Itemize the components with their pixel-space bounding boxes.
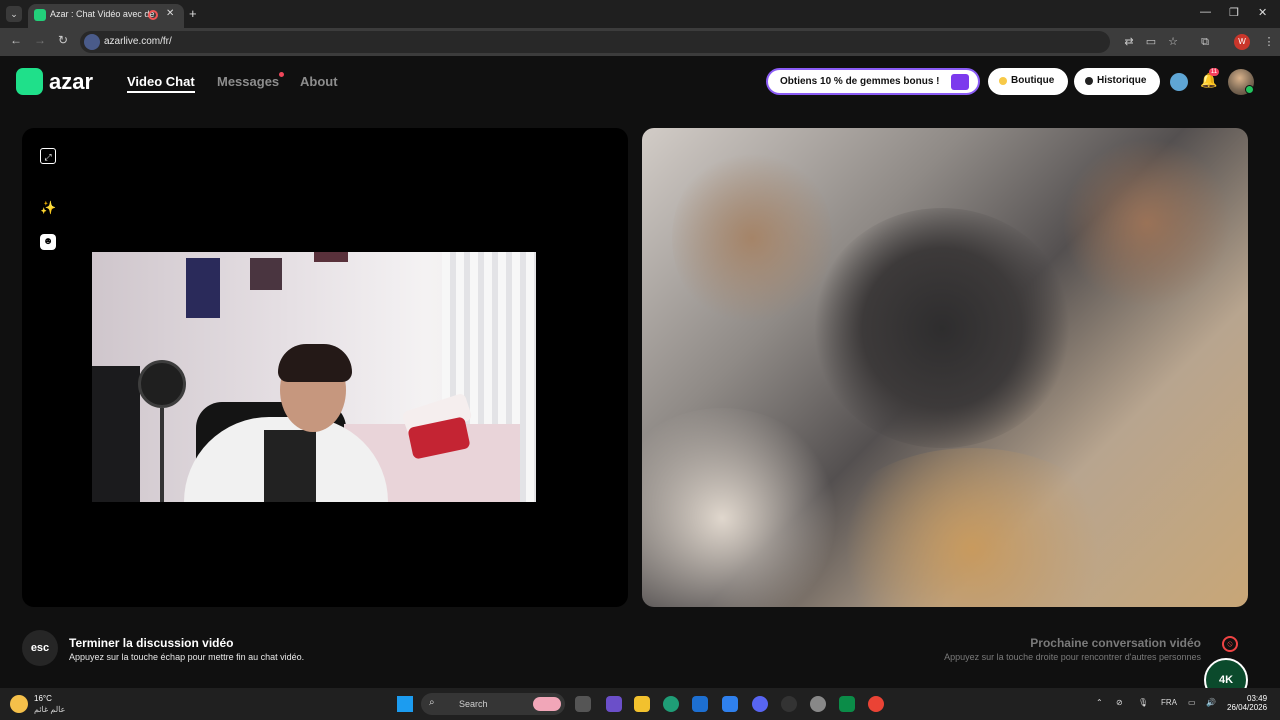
profile-avatar[interactable]: W	[1234, 34, 1250, 50]
show-hidden-icons[interactable]: ⌃	[1096, 698, 1103, 707]
messages-unread-dot	[279, 72, 284, 77]
person-hair	[278, 344, 352, 382]
azar-logo-text[interactable]: azar	[49, 69, 93, 95]
gem-bonus-promo[interactable]: Obtiens 10 % de gemmes bonus !	[766, 68, 980, 95]
windows-start-icon[interactable]	[397, 696, 413, 712]
online-status-dot	[1245, 85, 1254, 94]
next-chat-icon[interactable]: ⦸	[1222, 636, 1238, 652]
close-window-icon[interactable]: ✕	[1258, 6, 1267, 19]
clock-time: 03:49	[1247, 694, 1268, 703]
file-explorer-icon[interactable]	[634, 696, 650, 712]
taskbar-search[interactable]: ⌕ Search	[421, 693, 565, 715]
store-icon[interactable]	[692, 696, 708, 712]
poster-image	[250, 258, 282, 290]
volume-icon[interactable]: 🔊	[1206, 698, 1216, 707]
back-icon[interactable]: ←	[10, 33, 22, 47]
discord-icon[interactable]	[752, 696, 768, 712]
extensions-icon[interactable]: ⧉	[1198, 35, 1212, 49]
blurred-region	[642, 408, 842, 607]
expand-icon[interactable]: ⤢	[40, 148, 56, 164]
close-tab-icon[interactable]: ✕	[166, 8, 174, 19]
outlook-icon[interactable]	[722, 696, 738, 712]
minimize-icon[interactable]: —	[1200, 6, 1211, 18]
notification-badge: 11	[1209, 68, 1219, 76]
shop-button[interactable]: Boutique	[988, 68, 1068, 95]
search-highlight-icon	[533, 697, 561, 711]
fan-stand	[160, 408, 164, 502]
end-chat-title[interactable]: Terminer la discussion vidéo	[69, 636, 234, 650]
weather-desc: عالم غائم	[34, 705, 66, 714]
recording-icon	[148, 10, 158, 20]
magic-wand-icon[interactable]: ✨	[40, 200, 56, 216]
self-camera-feed	[92, 252, 536, 502]
site-info-icon[interactable]	[84, 34, 100, 50]
windows-taskbar: 16°C عالم غائم ⌕ Search ⌃ ⊘ 🎙 FRA ▭ 🔊 03…	[0, 688, 1280, 720]
app-icon[interactable]	[781, 696, 797, 712]
reload-icon[interactable]: ↻	[58, 33, 68, 47]
history-label: Historique	[1097, 75, 1147, 86]
language-indicator[interactable]: FRA	[1161, 698, 1177, 707]
system-clock[interactable]: 03:49 26/04/2026	[1227, 694, 1267, 712]
gift-icon	[951, 74, 969, 90]
tab-title: Azar : Chat Vidéo avec de n	[50, 9, 156, 19]
clock-icon	[1085, 77, 1093, 85]
display-icon[interactable]: ▭	[1188, 698, 1196, 707]
blurred-region	[822, 448, 1122, 607]
poster-image	[314, 252, 348, 262]
browser-tab[interactable]: Azar : Chat Vidéo avec de n ✕	[28, 4, 184, 28]
search-icon: ⌕	[429, 697, 435, 708]
desk	[92, 366, 140, 502]
app-icon[interactable]	[839, 696, 855, 712]
cast-icon[interactable]: ▭	[1144, 35, 1158, 49]
nav-about[interactable]: About	[300, 74, 338, 89]
nav-video-chat[interactable]: Video Chat	[127, 74, 195, 93]
network-off-icon[interactable]: ⊘	[1116, 698, 1123, 707]
fan	[138, 360, 186, 408]
app-icon[interactable]	[606, 696, 622, 712]
url-text: azarlive.com/fr/	[104, 36, 172, 47]
browser-tab-strip: ⌄ Azar : Chat Vidéo avec de n ✕ + — ❐ ✕	[0, 0, 1280, 28]
face-mask-icon[interactable]: ☻	[40, 234, 56, 250]
weather-icon[interactable]	[10, 695, 28, 713]
history-button[interactable]: Historique	[1074, 68, 1160, 95]
bookmark-star-icon[interactable]: ☆	[1166, 35, 1180, 49]
microphone-icon[interactable]: 🎙	[1138, 698, 1148, 707]
azar-logo-icon[interactable]	[16, 68, 43, 95]
nav-messages[interactable]: Messages	[217, 74, 279, 89]
azar-favicon-icon	[34, 9, 46, 21]
address-bar[interactable]: azarlive.com/fr/ ⇄ ▭ ☆	[80, 31, 1178, 53]
translate-icon[interactable]: ⇄	[1122, 35, 1136, 49]
blurred-region	[672, 148, 832, 328]
end-chat-hint: Appuyez sur la touche échap pour mettre …	[69, 652, 305, 662]
next-chat-title[interactable]: Prochaine conversation vidéo	[1030, 636, 1201, 650]
settings-icon[interactable]	[810, 696, 826, 712]
search-placeholder: Search	[459, 699, 488, 709]
next-chat-hint: Appuyez sur la touche droite pour rencon…	[944, 652, 1201, 662]
weather-temp: 16°C	[34, 694, 52, 703]
globe-icon[interactable]	[1170, 73, 1188, 91]
forward-icon[interactable]: →	[34, 33, 46, 47]
esc-key-button[interactable]: esc	[22, 630, 58, 666]
gem-icon	[999, 77, 1007, 85]
edge-icon[interactable]	[663, 696, 679, 712]
blurred-figure	[812, 208, 1072, 448]
new-tab-icon[interactable]: +	[189, 6, 197, 21]
remote-video-pane	[642, 128, 1248, 607]
restore-icon[interactable]: ❐	[1229, 6, 1239, 19]
task-view-icon[interactable]	[575, 696, 591, 712]
tab-search-icon[interactable]: ⌄	[6, 6, 22, 22]
blurred-region	[1062, 138, 1232, 308]
promo-text: Obtiens 10 % de gemmes bonus !	[780, 76, 940, 87]
self-video-pane: ⤢ ✨ ☻	[22, 128, 628, 607]
shop-label: Boutique	[1011, 75, 1055, 86]
chrome-icon[interactable]	[868, 696, 884, 712]
azar-app: azar Video Chat Messages About Obtiens 1…	[0, 56, 1280, 688]
browser-menu-icon[interactable]: ⋮	[1262, 35, 1276, 49]
poster-image	[186, 258, 220, 318]
clock-date: 26/04/2026	[1227, 703, 1268, 712]
browser-toolbar: ← → ↻ azarlive.com/fr/ ⇄ ▭ ☆ ⧉ W ⋮	[0, 28, 1280, 56]
person-shirt	[264, 430, 316, 502]
